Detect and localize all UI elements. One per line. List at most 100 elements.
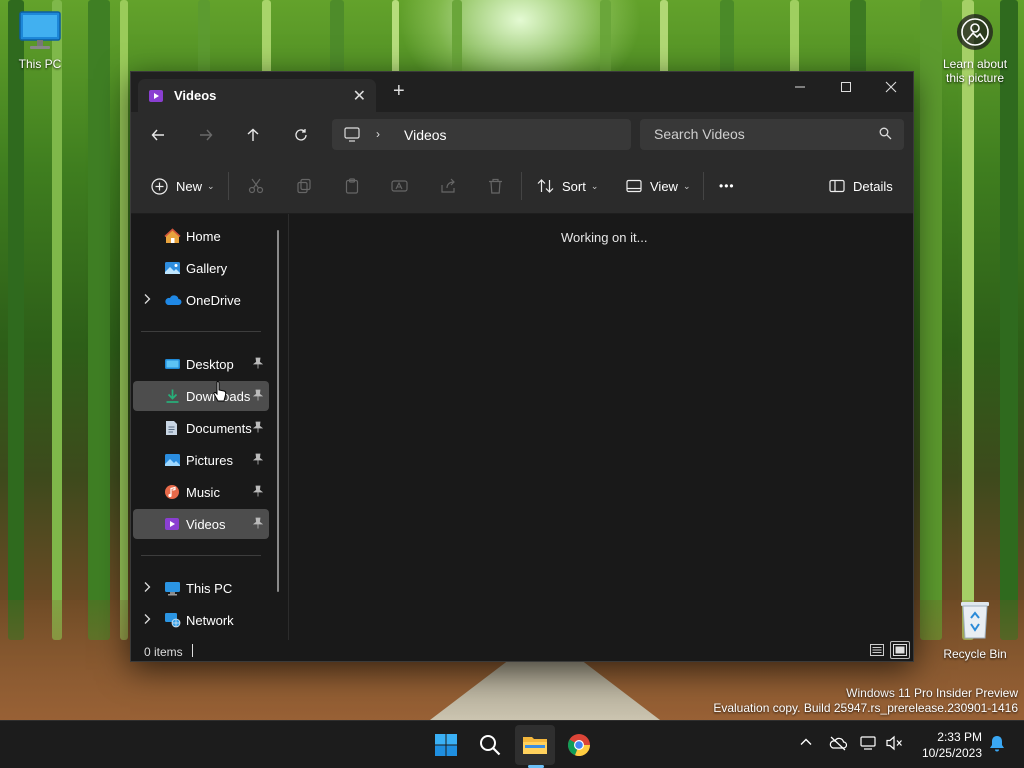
tab-close-button[interactable]: ✕ [353,86,366,106]
gallery-icon [165,262,180,274]
system-clock[interactable]: 2:33 PM 10/25/2023 [914,729,982,761]
sidebar-item-label: Home [186,229,221,244]
desktop-icon-recycle-bin[interactable]: Recycle Bin [935,596,1015,661]
file-explorer-taskbar-button[interactable] [515,725,555,765]
sidebar-item-label: Desktop [186,357,234,372]
volume-muted-icon[interactable] [886,735,904,751]
sidebar-item-network[interactable]: Network [133,605,269,635]
forward-button[interactable] [192,122,220,148]
mouse-cursor-icon [213,381,227,402]
copy-button[interactable] [296,174,312,198]
desktop-icon-label: This PC [18,57,62,71]
search-icon [879,127,892,140]
sidebar-item-label: Gallery [186,261,228,276]
delete-button[interactable] [488,174,503,198]
sidebar-item-downloads[interactable]: Downloads [133,381,269,411]
spotlight-icon [957,14,993,50]
address-row: › Videos [131,112,913,158]
new-button-label: New [176,178,203,194]
address-bar[interactable]: › Videos [332,119,631,150]
file-list-area[interactable] [289,214,913,638]
item-count: 0 items [144,645,183,659]
sidebar-item-label: Network [186,613,234,628]
sidebar-item-pictures[interactable]: Pictures [133,445,269,475]
onedrive-icon [165,295,182,305]
videos-icon [165,518,179,530]
clock-date: 10/25/2023 [921,746,982,760]
desktop-icon-label: Recycle Bin [943,647,1007,661]
refresh-icon [295,129,307,141]
notification-bell-icon[interactable] [989,735,1005,752]
share-button[interactable] [440,174,456,198]
sidebar-item-gallery[interactable]: Gallery [133,253,269,283]
sort-button[interactable]: Sort ⌄ [537,174,598,198]
details-button[interactable]: Details [829,174,893,198]
navigation-scrollbar[interactable] [277,230,279,592]
plus-circle-icon [151,177,168,195]
new-button[interactable]: New ⌄ [151,174,215,198]
maximize-button[interactable] [823,72,869,102]
sidebar-item-this-pc[interactable]: This PC [133,573,269,603]
minimize-button[interactable] [777,72,823,102]
pin-icon[interactable] [252,389,264,404]
large-icons-view-button[interactable] [890,641,910,659]
network-status-icon[interactable] [860,735,878,751]
sidebar-item-onedrive[interactable]: OneDrive [133,285,269,315]
pin-icon[interactable] [252,453,264,468]
chevron-down-icon: ⌄ [590,180,599,191]
sidebar-item-videos[interactable]: Videos [133,509,269,539]
new-tab-button[interactable]: + [393,81,405,101]
command-separator [703,172,704,200]
breadcrumb-videos[interactable]: Videos [404,127,447,143]
details-view-button[interactable] [867,641,887,659]
search-box[interactable] [640,119,904,150]
pin-icon[interactable] [252,421,264,436]
desktop-icon-this-pc[interactable]: This PC [0,10,80,71]
rename-button[interactable] [391,174,408,198]
sidebar-item-music[interactable]: Music [133,477,269,507]
folder-icon [523,737,547,754]
sidebar-item-documents[interactable]: Documents [133,413,269,443]
pin-icon[interactable] [252,485,264,500]
view-icon [626,179,642,193]
expand-chevron-icon[interactable] [143,581,151,596]
close-window-button[interactable] [868,72,914,102]
chrome-icon [567,734,591,757]
refresh-button[interactable] [287,122,315,148]
taskbar: 2:33 PM 10/25/2023 [0,720,1024,768]
minimize-icon [795,86,805,88]
scissors-icon [248,178,264,194]
sort-button-label: Sort [562,178,586,194]
tab-videos[interactable]: Videos ✕ [138,79,376,112]
view-button[interactable]: View ⌄ [626,174,691,198]
sidebar-item-label: Documents [186,421,252,436]
search-taskbar-button[interactable] [470,725,510,765]
paste-button[interactable] [344,174,360,198]
up-button[interactable] [239,122,267,148]
sidebar-item-home[interactable]: Home [133,221,269,251]
music-icon [165,485,179,499]
cut-button[interactable] [248,174,264,198]
network-icon [165,613,181,628]
title-bar[interactable]: Videos ✕ + [131,72,913,112]
search-input[interactable] [654,126,854,142]
monitor-icon [19,11,61,49]
more-options-button[interactable]: ••• [719,174,735,198]
chevron-down-icon: ⌄ [207,180,215,191]
pin-icon[interactable] [252,357,264,372]
pin-icon[interactable] [252,517,264,532]
show-hidden-icons-chevron[interactable] [799,735,813,749]
breadcrumb-separator[interactable]: › [376,127,380,141]
command-bar: New ⌄ Sort ⌄ View ⌄ ••• Details [131,158,913,214]
expand-chevron-icon[interactable] [143,293,151,308]
sidebar-divider [141,555,261,556]
desktop-icon-learn-about-picture[interactable]: Learn about this picture [935,12,1015,85]
sidebar-item-desktop[interactable]: Desktop [133,349,269,379]
chrome-taskbar-button[interactable] [559,725,599,765]
share-icon [441,178,455,193]
desktop-folder-icon [165,359,180,369]
back-button[interactable] [144,122,172,148]
expand-chevron-icon[interactable] [143,613,151,628]
onedrive-offline-icon[interactable] [829,735,847,751]
start-button[interactable] [426,725,466,765]
